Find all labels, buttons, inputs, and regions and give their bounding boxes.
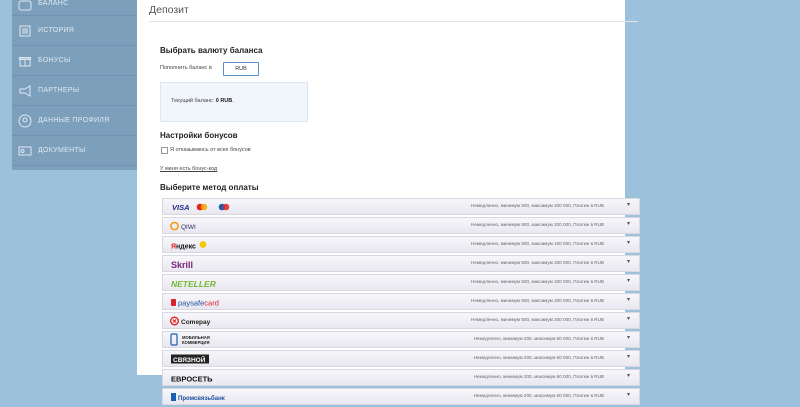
svg-text:QIWI: QIWI [181, 223, 196, 230]
promsvyazbank-logo: Промсвязьбанк [170, 390, 230, 403]
svg-text:Промсвязьбанк: Промсвязьбанк [178, 395, 225, 402]
method-info: Немедленно, минимум 500, максимум 200 00… [471, 298, 604, 303]
chevron-down-icon: ▾ [626, 240, 630, 246]
payment-method-cards[interactable]: VISA Немедленно, минимум 500, максимум 2… [162, 198, 640, 215]
sidebar-item-documents[interactable]: ДОКУМЕНТЫ [12, 136, 137, 166]
payment-method-mobile[interactable]: МОБИЛЬНАЯ КОММЕРЦИЯ Немедленно, минимум … [162, 331, 640, 348]
svg-text:Яндекс: Яндекс [171, 243, 196, 250]
balance-box: Текущий баланс: 0 RUB. [160, 82, 308, 122]
sidebar-item-profile[interactable]: ДАННЫЕ ПРОФИЛЯ [12, 106, 137, 136]
gift-icon [18, 54, 32, 68]
svg-text:КОММЕРЦИЯ: КОММЕРЦИЯ [182, 340, 209, 345]
method-info: Немедленно, минимум 500, максимум 100 00… [471, 241, 604, 246]
history-icon [18, 24, 32, 38]
svg-text:NETELLER: NETELLER [171, 279, 217, 289]
id-card-icon [18, 144, 32, 158]
promo-code-link[interactable]: У меня есть бонус-код [160, 166, 217, 172]
method-info: Немедленно, минимум 500, максимум 200 00… [471, 222, 604, 227]
currency-heading: Выбрать валюту баланса [160, 46, 263, 55]
svg-text:ЕВРОСЕТЬ: ЕВРОСЕТЬ [171, 374, 213, 383]
method-info: Немедленно, минимум 500, максимум 200 00… [471, 317, 604, 322]
bonus-heading: Настройки бонусов [160, 131, 238, 140]
chevron-down-icon: ▾ [626, 335, 630, 341]
sidebar: БАЛАНС ИСТОРИЯ БОНУСЫ ПАРТНЕРЫ ДАННЫЕ ПР… [12, 0, 137, 170]
sidebar-item-label: ПАРТНЕРЫ [38, 87, 80, 94]
chevron-down-icon: ▾ [626, 316, 630, 322]
sidebar-item-label: БАЛАНС [38, 0, 69, 7]
sidebar-item-label: ДОКУМЕНТЫ [38, 147, 86, 154]
chevron-down-icon: ▾ [626, 392, 630, 398]
neteller-logo: NETELLER [170, 276, 222, 289]
svyaznoy-logo: СВЯЗНОЙ [170, 352, 214, 365]
sidebar-item-bonuses[interactable]: БОНУСЫ [12, 46, 137, 76]
mobile-commerce-logo: МОБИЛЬНАЯ КОММЕРЦИЯ [170, 333, 230, 346]
payment-method-paysafecard[interactable]: paysafecard Немедленно, минимум 500, мак… [162, 293, 640, 310]
main-panel: Депозит Выбрать валюту баланса Пополнить… [137, 0, 640, 405]
yandex-logo: Яндекс [170, 238, 210, 251]
svg-text:VISA: VISA [172, 203, 190, 212]
payment-method-svyaznoy[interactable]: СВЯЗНОЙ Немедленно, минимум 200, максиму… [162, 350, 640, 367]
cards-logo: VISA [170, 200, 242, 213]
euroset-logo: ЕВРОСЕТЬ [170, 371, 218, 384]
page-title: Депозит [149, 4, 189, 16]
sidebar-item-label: ИСТОРИЯ [38, 27, 75, 34]
currency-select[interactable]: RUB [223, 62, 259, 76]
method-info: Немедленно, минимум 200, максимум 60 000… [473, 355, 604, 360]
comepay-logo: Comepay [170, 314, 214, 327]
payment-method-euroset[interactable]: ЕВРОСЕТЬ Немедленно, минимум 200, максим… [162, 369, 640, 386]
balance-label: Текущий баланс: [171, 98, 215, 104]
sidebar-item-partners[interactable]: ПАРТНЕРЫ [12, 76, 137, 106]
svg-text:Comepay: Comepay [181, 319, 211, 326]
method-info: Немедленно, минимум 500, максимум 200 00… [471, 279, 604, 284]
qiwi-logo: QIWI [170, 219, 210, 232]
payment-method-skrill[interactable]: Skrill Немедленно, минимум 500, максимум… [162, 255, 640, 272]
method-info: Немедленно, минимум 500, максимум 200 00… [471, 203, 604, 208]
svg-text:СВЯЗНОЙ: СВЯЗНОЙ [173, 354, 206, 363]
refuse-bonus-checkbox[interactable] [161, 147, 168, 154]
svg-text:Skrill: Skrill [171, 260, 193, 270]
refuse-bonus-label: Я отказываюсь от всех бонусов [170, 147, 251, 153]
topup-label: Пополнить баланс в [160, 65, 212, 71]
chevron-down-icon: ▾ [626, 259, 630, 265]
balance-value: 0 RUB [215, 98, 233, 104]
svg-text:paysafecard: paysafecard [178, 298, 219, 307]
title-divider [149, 21, 638, 22]
payment-method-neteller[interactable]: NETELLER Немедленно, минимум 500, максим… [162, 274, 640, 291]
payment-methods-list: VISA Немедленно, минимум 500, максимум 2… [162, 198, 640, 407]
skrill-logo: Skrill [170, 257, 210, 270]
chevron-down-icon: ▾ [626, 221, 630, 227]
chevron-down-icon: ▾ [626, 202, 630, 208]
wallet-icon [18, 0, 32, 14]
balance-text: Текущий баланс: 0 RUB. [171, 98, 234, 104]
chevron-down-icon: ▾ [626, 373, 630, 379]
methods-heading: Выберите метод оплаты [160, 183, 259, 192]
method-info: Немедленно, минимум 200, максимум 60 000… [473, 336, 604, 341]
chevron-down-icon: ▾ [626, 278, 630, 284]
payment-method-qiwi[interactable]: QIWI Немедленно, минимум 500, максимум 2… [162, 217, 640, 234]
method-info: Немедленно, минимум 200, максимум 60 000… [473, 393, 604, 398]
payment-method-comepay[interactable]: Comepay Немедленно, минимум 500, максиму… [162, 312, 640, 329]
sidebar-item-balance[interactable]: БАЛАНС [12, 0, 137, 16]
sidebar-item-label: БОНУСЫ [38, 57, 71, 64]
paysafecard-logo: paysafecard [170, 295, 230, 308]
payment-method-psb[interactable]: Промсвязьбанк Немедленно, минимум 200, м… [162, 388, 640, 405]
method-info: Немедленно, минимум 500, максимум 200 00… [471, 260, 604, 265]
sidebar-item-history[interactable]: ИСТОРИЯ [12, 16, 137, 46]
megaphone-icon [18, 84, 32, 98]
chevron-down-icon: ▾ [626, 297, 630, 303]
sidebar-item-label: ДАННЫЕ ПРОФИЛЯ [38, 117, 110, 124]
payment-method-yandex[interactable]: Яндекс Немедленно, минимум 500, максимум… [162, 236, 640, 253]
chevron-down-icon: ▾ [626, 354, 630, 360]
user-icon [18, 114, 32, 128]
